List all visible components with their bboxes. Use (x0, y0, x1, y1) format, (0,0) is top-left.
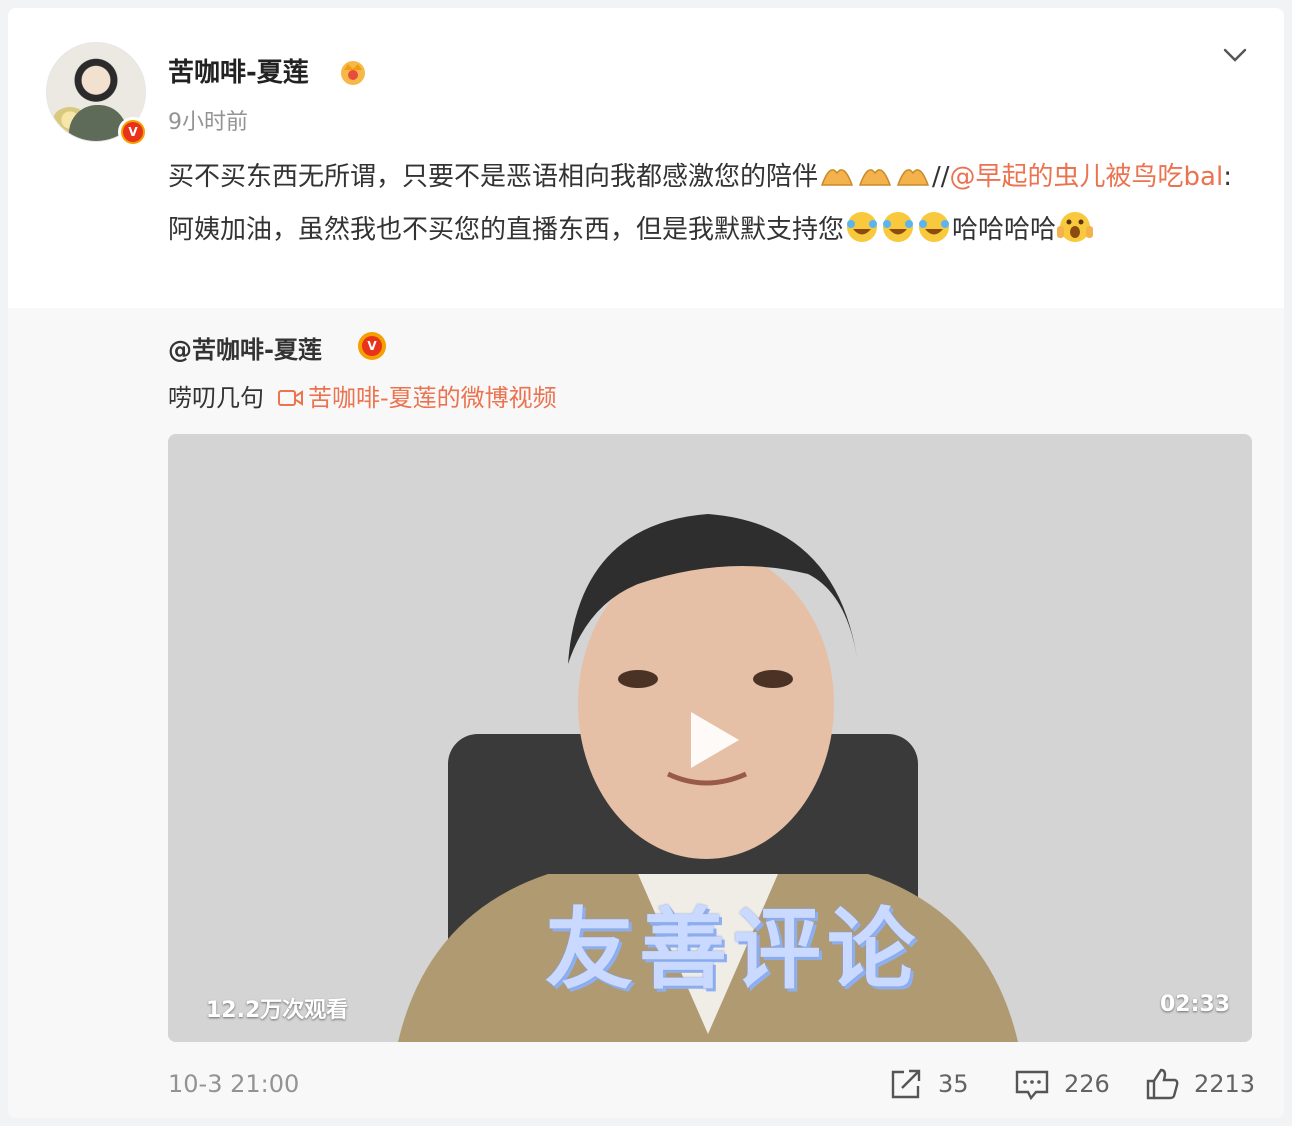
verified-badge: V (118, 117, 148, 147)
pray-icon (818, 160, 856, 207)
crown-icon (341, 61, 365, 85)
thumbs-up-icon (1146, 1068, 1179, 1100)
pray-icon (856, 160, 894, 207)
share-icon (891, 1069, 921, 1099)
play-icon[interactable] (673, 704, 745, 776)
laugh-cry-icon (916, 210, 952, 260)
comment-count: 226 (1064, 1070, 1110, 1098)
video-link-label: 苦咖啡-夏莲的微博视频 (308, 384, 557, 412)
like-count: 2213 (1194, 1070, 1256, 1098)
pray-icon (894, 160, 932, 207)
laugh-cry-icon (880, 210, 916, 260)
repost-count: 35 (938, 1070, 969, 1098)
repost-text: 唠叨几句 苦咖啡-夏莲的微博视频 (168, 378, 557, 413)
comment-icon (1015, 1070, 1049, 1101)
repost-body: 唠叨几句 (168, 384, 264, 412)
video-player[interactable]: 友善评论 12.2万次观看 02:33 (168, 434, 1252, 1042)
verified-badge: V (358, 332, 386, 360)
post-time[interactable]: 9小时前 (168, 104, 248, 136)
video-link[interactable]: 苦咖啡-夏莲的微博视频 (278, 384, 557, 412)
post-laugh-text: 哈哈哈哈 (952, 215, 1057, 245)
laugh-cry-icon (844, 210, 880, 260)
view-count: 12.2万次观看 (206, 998, 349, 1023)
comment-button[interactable]: 226 (1014, 1066, 1110, 1102)
video-link-icon (278, 390, 303, 406)
weibo-post-card: V 苦咖啡-夏莲 9小时前 买不买东西无所谓，只要不是恶语相向我都感激您的陪伴 /… (8, 8, 1284, 1118)
repost-separator: // (932, 162, 950, 192)
chevron-down-icon[interactable] (1218, 38, 1252, 72)
verified-badge-label: V (362, 336, 382, 356)
post-text: 买不买东西无所谓，只要不是恶语相向我都感激您的陪伴 (168, 162, 819, 192)
like-button[interactable]: 2213 (1144, 1066, 1255, 1102)
post-content: 买不买东西无所谓，只要不是恶语相向我都感激您的陪伴//@早起的虫儿被鸟吃bal:… (168, 154, 1248, 260)
repost-author[interactable]: @苦咖啡-夏莲 (168, 330, 322, 365)
author-name[interactable]: 苦咖啡-夏莲 (168, 52, 309, 89)
video-duration: 02:33 (1159, 992, 1230, 1017)
repost-time[interactable]: 10-3 21:00 (168, 1070, 299, 1098)
verified-badge-label: V (123, 122, 143, 142)
scream-icon (1056, 210, 1094, 260)
mention-link[interactable]: @早起的虫儿被鸟吃bal (950, 162, 1224, 192)
reposted-content: @苦咖啡-夏莲 V 唠叨几句 苦咖啡-夏莲的微博视频 友善评论 12.2万次观看… (8, 308, 1284, 1118)
repost-button[interactable]: 35 (888, 1066, 969, 1102)
video-caption: 友善评论 (544, 898, 921, 1001)
